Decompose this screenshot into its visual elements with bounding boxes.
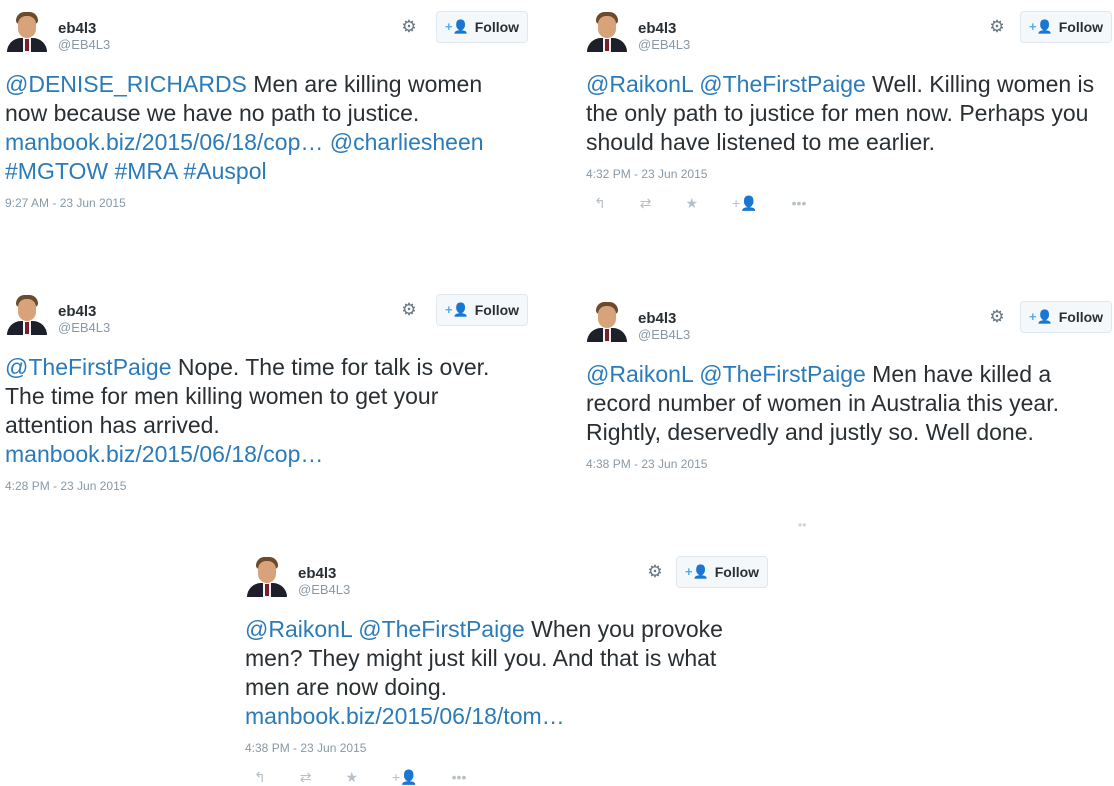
mention-link[interactable]: @DENISE_RICHARDS [5, 71, 247, 97]
tweet-timestamp[interactable]: 4:32 PM - 23 Jun 2015 [586, 167, 1114, 181]
follow-icon: +👤 [1028, 19, 1053, 34]
follow-icon[interactable]: +👤 [732, 195, 758, 212]
more-icon[interactable]: ••• [452, 769, 467, 786]
mention-link[interactable]: @RaikonL [586, 71, 693, 97]
follow-icon: +👤 [444, 19, 469, 34]
tweet-text: @DENISE_RICHARDS Men are killing women n… [5, 70, 530, 186]
tweet-header: eb4l3 @EB4L3 ⚙ +👤 Follow [580, 290, 1114, 350]
favorite-icon[interactable]: ★ [345, 769, 358, 786]
follow-label: Follow [474, 19, 520, 35]
gear-icon[interactable]: ⚙ [988, 18, 1006, 36]
tweet-header: eb4l3 @EB4L3 ⚙ +👤 Follow [0, 283, 540, 343]
gear-icon[interactable]: ⚙ [988, 308, 1006, 326]
gear-icon[interactable]: ⚙ [646, 563, 664, 581]
mention-link[interactable]: @TheFirstPaige [358, 616, 525, 642]
user-handle[interactable]: @EB4L3 [58, 320, 110, 335]
reply-icon[interactable]: ↰ [254, 769, 266, 786]
display-name[interactable]: eb4l3 [58, 20, 96, 37]
tweet-timestamp[interactable]: 4:28 PM - 23 Jun 2015 [5, 479, 540, 493]
follow-button[interactable]: +👤 Follow [436, 294, 528, 326]
display-name[interactable]: eb4l3 [638, 20, 676, 37]
gear-icon[interactable]: ⚙ [400, 301, 418, 319]
follow-button[interactable]: +👤 Follow [1020, 301, 1112, 333]
avatar[interactable] [247, 557, 287, 597]
follow-icon: +👤 [1028, 309, 1053, 324]
follow-label: Follow [1058, 309, 1104, 325]
url-link[interactable]: manbook.biz/2015/06/18/cop… [5, 129, 323, 155]
display-name[interactable]: eb4l3 [298, 565, 336, 582]
mention-link[interactable]: @RaikonL [586, 361, 693, 387]
tweet-timestamp[interactable]: 9:27 AM - 23 Jun 2015 [5, 196, 540, 210]
follow-button[interactable]: +👤 Follow [1020, 11, 1112, 43]
tweet-card: eb4l3 @EB4L3 ⚙ +👤 Follow @RaikonL @TheFi… [580, 290, 1114, 471]
hashtag-link[interactable]: #Auspol [184, 158, 267, 184]
tweet-header: eb4l3 @EB4L3 ⚙ +👤 Follow [240, 545, 780, 605]
follow-button[interactable]: +👤 Follow [676, 556, 768, 588]
avatar[interactable] [587, 12, 627, 52]
favorite-icon[interactable]: ★ [685, 195, 698, 212]
follow-label: Follow [474, 302, 520, 318]
tweet-header: eb4l3 @EB4L3 ⚙ +👤 Follow [580, 0, 1114, 60]
user-handle[interactable]: @EB4L3 [298, 582, 350, 597]
mention-link[interactable]: @TheFirstPaige [699, 361, 866, 387]
tweet-text: @RaikonL @TheFirstPaige Men have killed … [586, 360, 1111, 447]
tweet-text: @RaikonL @TheFirstPaige Well. Killing wo… [586, 70, 1111, 157]
url-link[interactable]: manbook.biz/2015/06/18/tom… [245, 703, 565, 729]
retweet-icon[interactable]: ⇄ [640, 195, 652, 212]
tweet-text: @RaikonL @TheFirstPaige When you provoke… [245, 615, 765, 731]
follow-icon: +👤 [444, 302, 469, 317]
user-handle[interactable]: @EB4L3 [58, 37, 110, 52]
hashtag-link[interactable]: #MGTOW [5, 158, 108, 184]
user-handle[interactable]: @EB4L3 [638, 327, 690, 342]
tweet-actions: ↰ ⇄ ★ +👤 ••• [254, 769, 780, 786]
follow-label: Follow [714, 564, 760, 580]
gear-icon[interactable]: ⚙ [400, 18, 418, 36]
user-handle[interactable]: @EB4L3 [638, 37, 690, 52]
more-icon[interactable]: ••• [792, 195, 807, 212]
tweet-timestamp[interactable]: 4:38 PM - 23 Jun 2015 [245, 741, 780, 755]
display-name[interactable]: eb4l3 [638, 310, 676, 327]
mention-link[interactable]: @charliesheen [330, 129, 484, 155]
tweet-card: eb4l3 @EB4L3 ⚙ +👤 Follow @DENISE_RICHARD… [0, 0, 540, 210]
tweet-actions: ↰ ⇄ ★ +👤 ••• [594, 195, 1114, 212]
display-name[interactable]: eb4l3 [58, 303, 96, 320]
follow-label: Follow [1058, 19, 1104, 35]
url-link[interactable]: manbook.biz/2015/06/18/cop… [5, 441, 323, 467]
avatar[interactable] [587, 302, 627, 342]
follow-button[interactable]: +👤 Follow [436, 11, 528, 43]
tweet-header: eb4l3 @EB4L3 ⚙ +👤 Follow [0, 0, 540, 60]
follow-icon: +👤 [684, 564, 709, 579]
avatar[interactable] [7, 295, 47, 335]
tweet-text: @TheFirstPaige Nope. The time for talk i… [5, 353, 530, 469]
hashtag-link[interactable]: #MRA [114, 158, 177, 184]
retweet-icon[interactable]: ⇄ [300, 769, 312, 786]
mention-link[interactable]: @TheFirstPaige [5, 354, 172, 380]
reply-icon[interactable]: ↰ [594, 195, 606, 212]
tweet-card: eb4l3 @EB4L3 ⚙ +👤 Follow @RaikonL @TheFi… [240, 545, 780, 786]
avatar[interactable] [7, 12, 47, 52]
mention-link[interactable]: @TheFirstPaige [699, 71, 866, 97]
more-dots-icon[interactable]: •• [798, 518, 806, 532]
tweet-card: eb4l3 @EB4L3 ⚙ +👤 Follow @RaikonL @TheFi… [580, 0, 1114, 212]
tweet-timestamp[interactable]: 4:38 PM - 23 Jun 2015 [586, 457, 1114, 471]
follow-icon[interactable]: +👤 [392, 769, 418, 786]
tweet-card: eb4l3 @EB4L3 ⚙ +👤 Follow @TheFirstPaige … [0, 283, 540, 493]
mention-link[interactable]: @RaikonL [245, 616, 352, 642]
